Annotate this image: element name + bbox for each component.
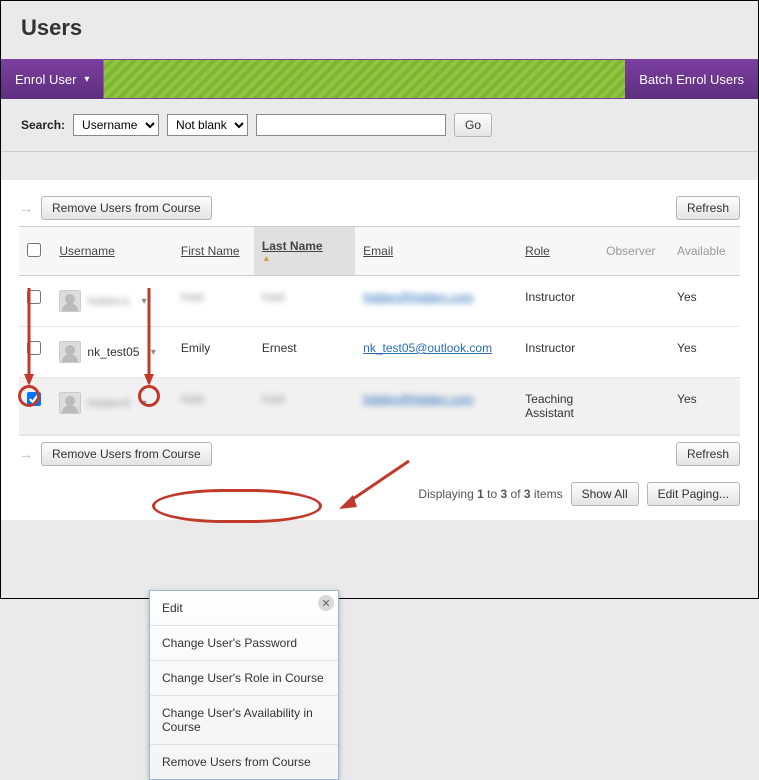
table-row: hidden3 ▾ hidd hidd hidden@hidden.com Teachin… <box>19 378 740 435</box>
email-cell[interactable]: hidden@hidden.com <box>363 290 473 304</box>
selection-arrow-icon: → <box>19 446 33 462</box>
username-cell[interactable]: hidden1 <box>87 294 130 308</box>
paging-bar: Displaying 1 to 3 of 3 items Show All Ed… <box>19 472 740 520</box>
refresh-button-top[interactable]: Refresh <box>676 196 740 220</box>
sort-asc-icon: ▲ <box>262 253 347 263</box>
close-icon[interactable]: ✕ <box>318 595 334 611</box>
select-all-checkbox[interactable] <box>27 243 41 257</box>
search-field-select[interactable]: Username <box>73 114 159 136</box>
menu-item-change-availability[interactable]: Change User's Availability in Course <box>150 696 338 745</box>
batch-enrol-button[interactable]: Batch Enrol Users <box>625 59 758 99</box>
enrol-user-button[interactable]: Enrol User ▾ <box>1 59 104 99</box>
col-last-name[interactable]: Last Name▲ <box>254 227 355 276</box>
avatar <box>59 341 81 363</box>
content-area: → Remove Users from Course Refresh Usern… <box>1 180 758 520</box>
edit-paging-button[interactable]: Edit Paging... <box>647 482 740 506</box>
email-cell[interactable]: hidden@hidden.com <box>363 392 473 406</box>
available-cell: Yes <box>677 392 697 406</box>
row-checkbox[interactable] <box>27 392 41 406</box>
paging-text: Displaying 1 to 3 of 3 items <box>418 487 562 501</box>
show-all-button[interactable]: Show All <box>571 482 639 506</box>
username-cell[interactable]: nk_test05 <box>87 345 139 359</box>
first_name-cell: hidd <box>181 290 204 304</box>
col-username[interactable]: Username <box>51 227 173 276</box>
col-email[interactable]: Email <box>355 227 517 276</box>
primary-toolbar: Enrol User ▾ Batch Enrol Users <box>1 59 758 99</box>
avatar <box>59 290 81 312</box>
first_name-cell: hidd <box>181 392 204 406</box>
row-context-menu: ✕ Edit Change User's Password Change Use… <box>149 590 339 780</box>
available-cell: Yes <box>677 290 697 304</box>
role-cell: Instructor <box>525 290 575 304</box>
col-observer: Observer <box>598 227 669 276</box>
search-input[interactable] <box>256 114 446 136</box>
page-title: Users <box>1 1 758 59</box>
menu-item-change-password[interactable]: Change User's Password <box>150 626 338 661</box>
col-first-name[interactable]: First Name <box>173 227 254 276</box>
row-checkbox[interactable] <box>27 341 41 355</box>
role-cell: Teaching Assistant <box>525 392 574 420</box>
search-condition-select[interactable]: Not blank <box>167 114 248 136</box>
table-row: hidden1 ▾ hidd hidd hidden@hidden.com Instruc… <box>19 276 740 327</box>
refresh-button-bottom[interactable]: Refresh <box>676 442 740 466</box>
selection-arrow-icon: → <box>19 200 33 216</box>
toolbar-spacer <box>104 59 625 99</box>
row-menu-chevron-icon[interactable]: ▾ <box>145 344 161 360</box>
col-role[interactable]: Role <box>517 227 598 276</box>
role-cell: Instructor <box>525 341 575 355</box>
last_name-cell: Ernest <box>262 341 297 355</box>
menu-item-edit[interactable]: Edit <box>150 591 338 626</box>
avatar <box>59 392 81 414</box>
chevron-down-icon: ▾ <box>84 74 89 85</box>
row-menu-chevron-icon[interactable]: ▾ <box>136 293 152 309</box>
row-menu-chevron-icon[interactable]: ▾ <box>136 395 152 411</box>
first_name-cell: Emily <box>181 341 210 355</box>
last_name-cell: hidd <box>262 392 285 406</box>
remove-users-button-top[interactable]: Remove Users from Course <box>41 196 212 220</box>
batch-enrol-label: Batch Enrol Users <box>639 72 744 87</box>
col-select-all[interactable] <box>19 227 51 276</box>
col-available: Available <box>669 227 740 276</box>
enrol-user-label: Enrol User <box>15 72 76 87</box>
available-cell: Yes <box>677 341 697 355</box>
search-bar: Search: Username Not blank Go <box>1 99 758 152</box>
remove-users-button-bottom[interactable]: Remove Users from Course <box>41 442 212 466</box>
users-table: Username First Name Last Name▲ Email Rol… <box>19 226 740 435</box>
menu-item-change-role[interactable]: Change User's Role in Course <box>150 661 338 696</box>
email-cell[interactable]: nk_test05@outlook.com <box>363 341 492 355</box>
search-label: Search: <box>21 118 65 132</box>
username-cell[interactable]: hidden3 <box>87 396 130 410</box>
row-checkbox[interactable] <box>27 290 41 304</box>
menu-item-remove[interactable]: Remove Users from Course <box>150 745 338 779</box>
search-go-button[interactable]: Go <box>454 113 492 137</box>
table-row: nk_test05 ▾ Emily Ernest nk_test05@outlook.c… <box>19 327 740 378</box>
last_name-cell: hidd <box>262 290 285 304</box>
